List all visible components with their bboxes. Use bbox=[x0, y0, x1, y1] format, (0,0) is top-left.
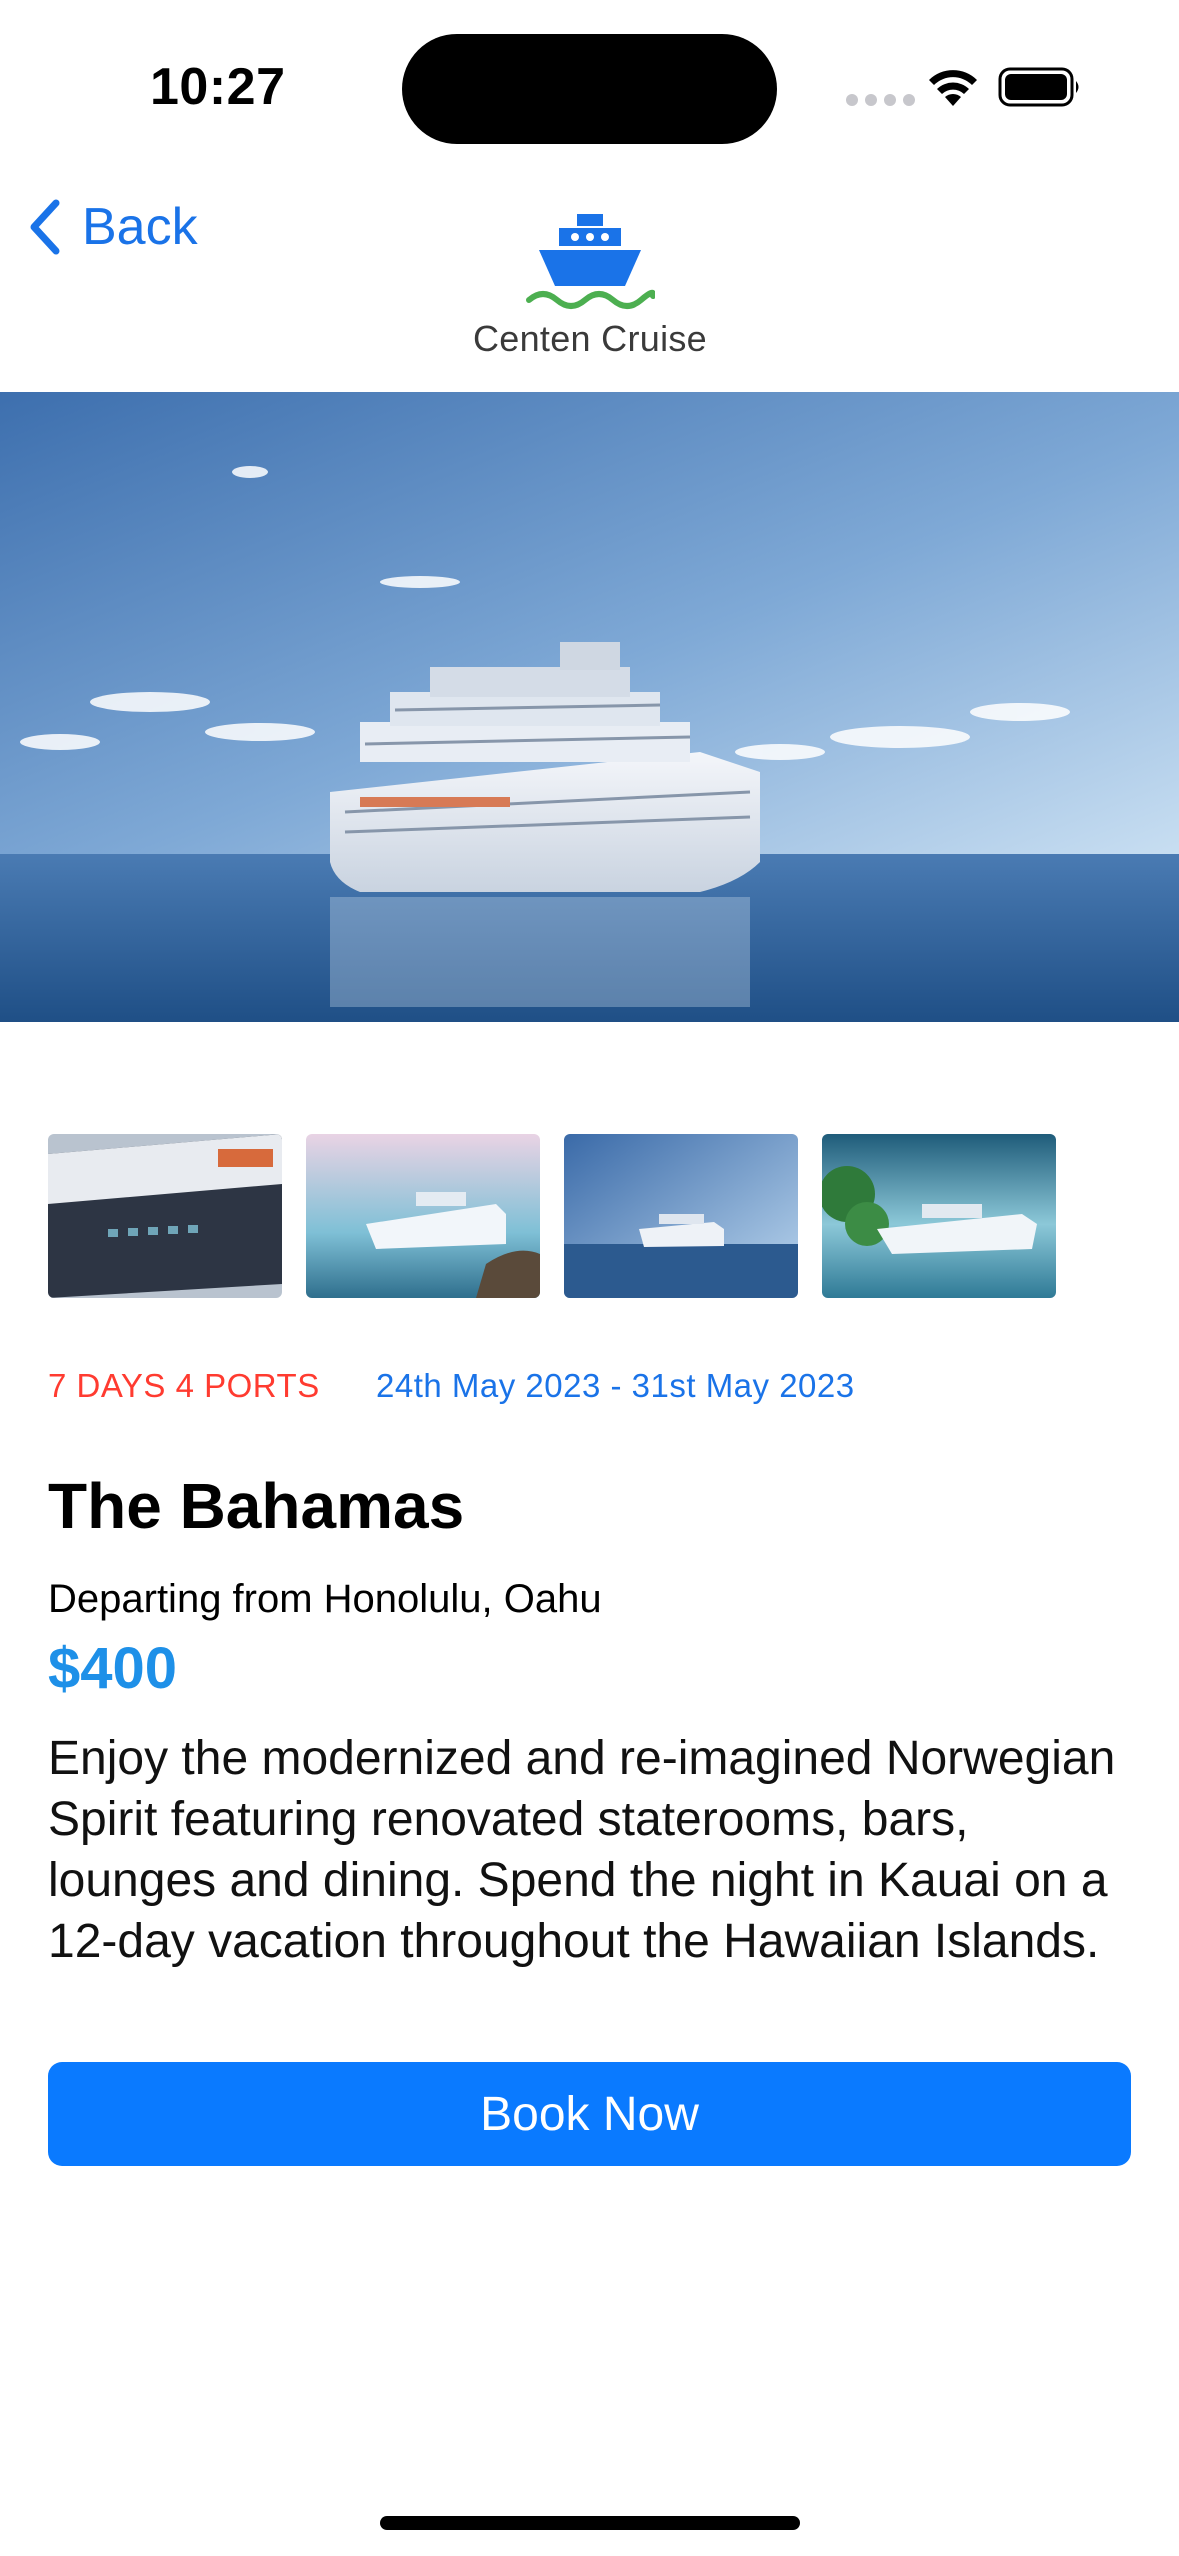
thumbnail-2[interactable] bbox=[306, 1134, 540, 1298]
departure-port: Departing from Honolulu, Oahu bbox=[48, 1577, 602, 1621]
dynamic-island bbox=[402, 34, 777, 144]
home-indicator[interactable] bbox=[380, 2516, 800, 2530]
back-button[interactable]: Back bbox=[26, 190, 198, 264]
thumbnail-1[interactable] bbox=[48, 1134, 282, 1298]
book-now-button[interactable]: Book Now bbox=[48, 2062, 1131, 2166]
cellular-signal-icon bbox=[846, 94, 915, 106]
wifi-icon bbox=[929, 70, 977, 106]
brand-header: Centen Cruise bbox=[430, 208, 750, 360]
back-label: Back bbox=[82, 198, 198, 256]
thumbnail-4[interactable] bbox=[822, 1134, 1056, 1298]
ship-logo-icon bbox=[526, 214, 655, 309]
thumbnail-3[interactable] bbox=[564, 1134, 798, 1298]
battery-icon bbox=[998, 67, 1079, 107]
cruise-dates: 24th May 2023 - 31st May 2023 bbox=[376, 1367, 855, 1404]
thumbnail-gallery bbox=[48, 1134, 1056, 1298]
brand-name: Centen Cruise bbox=[472, 318, 707, 359]
cruise-description: Enjoy the modernized and re-imagined Nor… bbox=[48, 1732, 1116, 1968]
cruise-duration: 7 DAYS 4 PORTS bbox=[48, 1367, 320, 1404]
cruise-title: The Bahamas bbox=[48, 1470, 465, 1542]
hero-image bbox=[0, 392, 1179, 1022]
chevron-left-icon bbox=[30, 199, 60, 255]
status-time: 10:27 bbox=[150, 58, 286, 116]
cruise-price: $400 bbox=[48, 1636, 178, 1701]
